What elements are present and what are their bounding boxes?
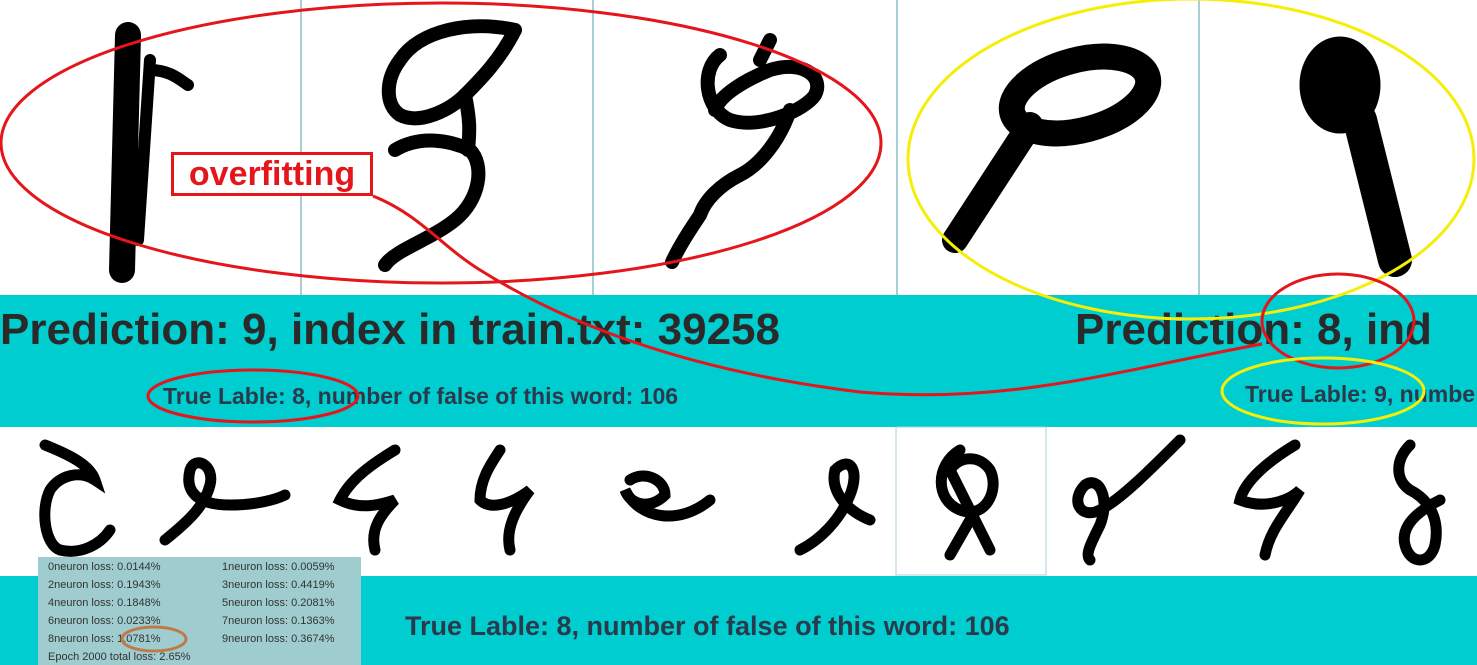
- annotation-layer: [0, 0, 1476, 653]
- overfitting-label: overfitting: [171, 152, 373, 196]
- brown-loss-ellipse: [120, 625, 188, 653]
- red-prediction-ellipse: [1260, 272, 1416, 370]
- red-label-ellipse: [146, 368, 360, 424]
- yellow-sample-ellipse: [906, 0, 1476, 321]
- red-connector-line: [372, 194, 1263, 397]
